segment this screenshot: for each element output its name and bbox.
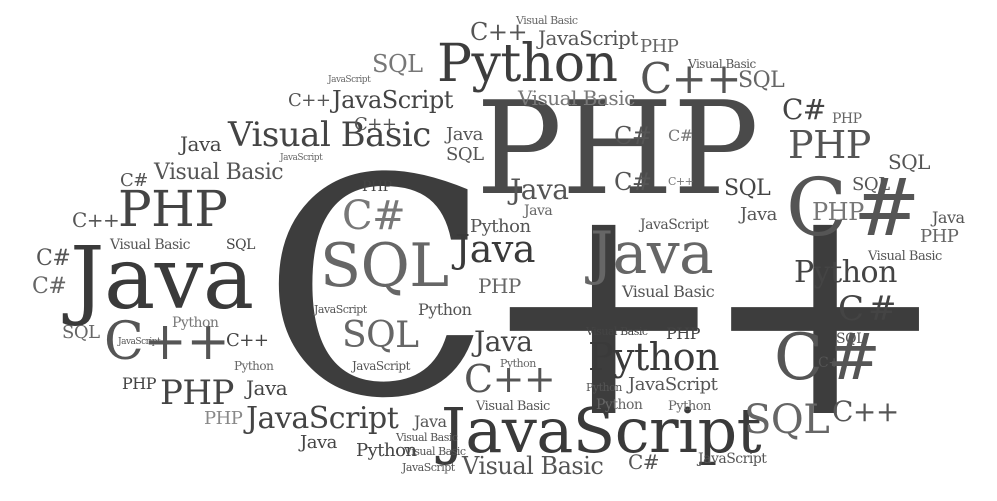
word-java-center-small: Java <box>510 173 569 206</box>
word-visualbasic-left-mid: Visual Basic <box>110 237 190 253</box>
word-visualbasic-far-right: Visual Basic <box>868 249 942 264</box>
word-csharp-far-left: C# <box>36 246 71 271</box>
word-php-bottom-left-small: PHP <box>204 408 243 429</box>
word-sql-left: SQL <box>62 322 100 343</box>
word-csharp-far-left-2: C# <box>32 274 67 299</box>
word-java-bottom: Java <box>300 432 337 453</box>
word-csharp-center: C# <box>342 193 406 239</box>
word-javascript-top: JavaScript <box>538 26 638 50</box>
word-cpp-upper-left-2: C++ <box>354 114 397 135</box>
word-sql-top-right: SQL <box>738 68 785 93</box>
word-sql-right-3: SQL <box>724 176 771 201</box>
word-python-left-2: Python <box>234 359 274 373</box>
word-sql-upper-mid: SQL <box>446 144 484 165</box>
word-javascript-right: JavaScript <box>640 217 709 233</box>
word-visualbasic-left: Visual Basic <box>154 160 284 185</box>
word-csharp-left-top: C# <box>120 170 148 191</box>
word-python-lower-center-3: Python <box>668 399 711 414</box>
word-python-lower-center-2: Python <box>596 397 643 413</box>
word-cpp-right-small: C++ <box>818 355 851 371</box>
word-java-far-right: Java <box>932 208 965 227</box>
word-cpp-upper-left: C++ <box>288 90 331 111</box>
word-php-center: PHP <box>362 179 392 195</box>
word-java-left-low: Java <box>246 376 288 400</box>
word-javascript-upper: JavaScript <box>332 86 453 114</box>
word-sql-right: SQL <box>888 150 930 174</box>
word-visualbasic-mid: Visual Basic <box>518 86 635 110</box>
word-javascript-center: JavaScript <box>314 303 367 316</box>
word-sql-center-small: SQL <box>342 315 419 356</box>
word-sql-lower: SQL <box>744 397 830 443</box>
word-php-far-right: PHP <box>920 226 959 247</box>
word-python-center-2: Python <box>418 300 472 319</box>
word-csharp-bottom: C# <box>628 450 660 474</box>
word-python-left: Python <box>172 315 219 331</box>
word-java-upper-mid: Java <box>446 124 483 145</box>
word-csharp-php-inner-3: C# <box>668 126 693 145</box>
word-java-bottom-center: Java <box>474 325 533 358</box>
word-python-tiny-center: Python <box>500 357 536 370</box>
word-cpp-left: C++ <box>226 330 269 351</box>
word-visualbasic-bottom-tiny-2: Visual Basic <box>404 445 466 458</box>
word-javascript-bottom: JavaScript <box>402 461 455 474</box>
word-php-center-2: PHP <box>478 274 521 298</box>
word-csharp-php-inner-2: C# <box>614 168 652 196</box>
word-sql-right-2: SQL <box>852 174 890 195</box>
word-visualbasic-bottom: Visual Basic <box>462 452 604 480</box>
word-python-mid: Python <box>588 335 720 379</box>
word-php-top: PHP <box>640 36 679 57</box>
word-php-tiny-right: PHP <box>832 111 862 127</box>
word-javascript-left-tiny: JavaScript <box>118 337 161 347</box>
word-javascript-tiny-top: JavaScript <box>328 75 371 85</box>
word-javascript-center-2: JavaScript <box>352 359 410 373</box>
word-cpp-far-left: C++ <box>72 208 120 232</box>
word-python-lower-center: Python <box>586 381 622 394</box>
word-php-right-small: PHP <box>812 198 864 226</box>
word-java-upper-left: Java <box>180 132 222 156</box>
word-csharp-php-inner: C# <box>614 122 652 150</box>
word-javascript-left: JavaScript <box>246 401 399 436</box>
word-sql-top: SQL <box>372 50 423 78</box>
word-java-right: Java <box>740 204 777 225</box>
word-visualbasic-tiny-center: Visual Basic <box>586 325 648 338</box>
word-visualbasic-lower-center: Visual Basic <box>476 399 550 414</box>
word-javascript-bottom-right: JavaScript <box>698 451 767 467</box>
word-sql-left-mid: SQL <box>226 237 255 253</box>
word-cpp-php-inner: C++ <box>668 175 694 188</box>
word-csharp-right-small: C# <box>838 289 901 329</box>
word-java-bottom-2: Java <box>414 412 447 431</box>
word-php-right: PHP <box>788 123 871 167</box>
word-javascript-tiny-left: JavaScript <box>280 153 323 163</box>
word-cpp-right-lower: C++ <box>832 395 899 428</box>
word-javascript-lower-center: JavaScript <box>628 374 718 395</box>
word-visualbasic-top: Visual Basic <box>228 115 431 155</box>
word-php-bottom-left: PHP <box>160 373 234 413</box>
word-php-tiny-center: PHP <box>666 324 700 343</box>
word-visualbasic-center: Visual Basic <box>622 282 715 301</box>
word-visualbasic-bottom-tiny: Visual Basic <box>396 431 458 444</box>
word-php-left: PHP <box>118 180 228 238</box>
word-csharp-php-right: C# <box>782 93 826 126</box>
word-php-left-low: PHP <box>122 374 156 393</box>
word-sql-center: SQL <box>320 231 449 301</box>
word-cloud: C ++ PHP Java JavaScript Python PHP C# S… <box>0 0 997 501</box>
word-python-center: Python <box>470 216 531 237</box>
word-visualbasic-top-tiny: Visual Basic <box>516 14 578 27</box>
word-sql-right-small: SQL <box>836 331 865 347</box>
